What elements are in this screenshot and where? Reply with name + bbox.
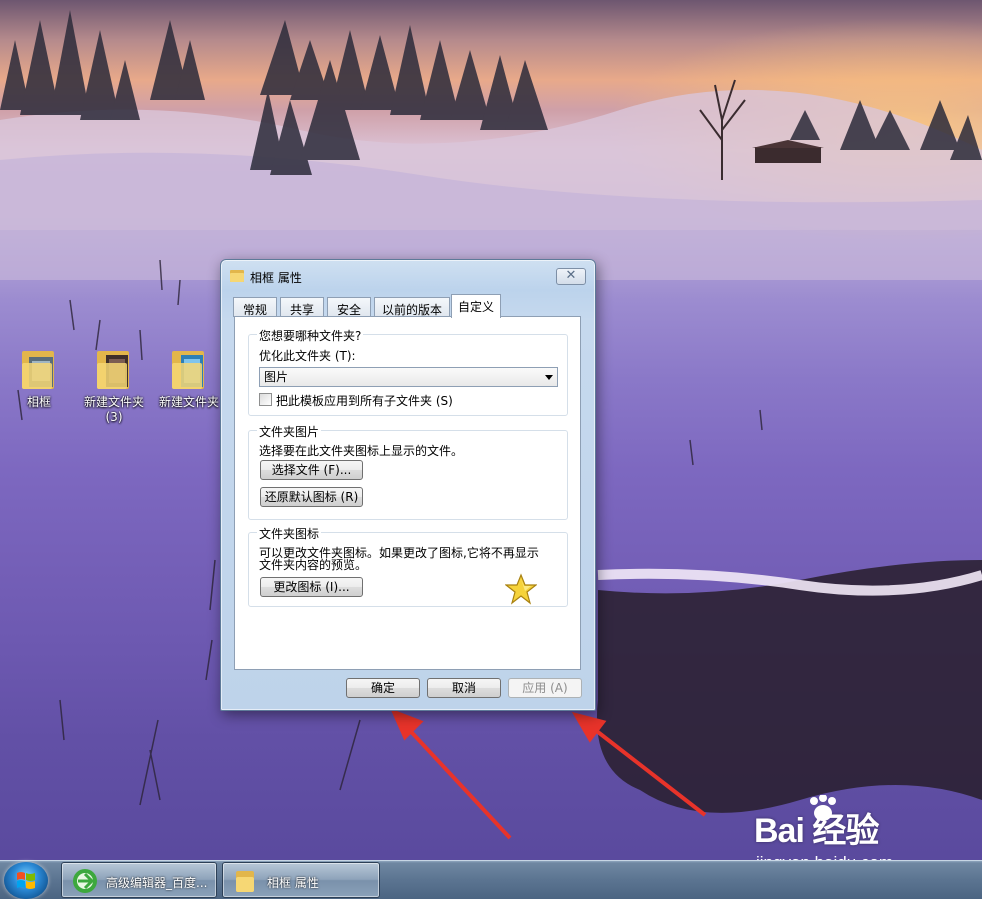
ok-button[interactable]: 确定 <box>346 678 420 698</box>
windows-logo-icon <box>17 872 35 889</box>
dialog-title-bar[interactable]: 相框 属性 ✕ <box>221 260 595 292</box>
tab-security[interactable]: 安全 <box>327 297 371 317</box>
tab-label: 常规 <box>242 303 267 317</box>
browser-icon <box>73 869 97 893</box>
close-icon: ✕ <box>565 268 577 283</box>
tab-label: 安全 <box>336 303 361 317</box>
folder-icons-description-line2: 文件夹内容的预览。 <box>259 558 368 572</box>
start-button[interactable] <box>4 862 48 899</box>
taskbar-item-label: 高级编辑器_百度... <box>106 876 208 890</box>
folder-icon <box>230 270 244 282</box>
choose-file-button[interactable]: 选择文件 (F)... <box>260 460 363 480</box>
group-title: 文件夹图片 <box>257 423 322 440</box>
folder-pictures-group: 文件夹图片 选择要在此文件夹图标上显示的文件。 选择文件 (F)... 还原默认… <box>248 423 568 520</box>
desktop-icon-label: 新建文件夹 <box>158 395 219 409</box>
taskbar-item-browser[interactable]: 高级编辑器_百度... <box>61 862 217 898</box>
apply-subfolders-label[interactable]: 把此模板应用到所有子文件夹 (S) <box>276 392 453 409</box>
optimize-label: 优化此文件夹 (T): <box>259 349 356 363</box>
change-icon-button[interactable]: 更改图标 (I)... <box>260 577 363 597</box>
group-title: 您想要哪种文件夹? <box>257 327 364 344</box>
tab-general[interactable]: 常规 <box>233 297 277 317</box>
folder-icon <box>172 351 204 389</box>
properties-dialog: 相框 属性 ✕ 常规 共享 安全 以前的版本 自定义 您想要哪种文件夹? 优化此… <box>220 259 596 711</box>
folder-pictures-description: 选择要在此文件夹图标上显示的文件。 <box>259 444 464 458</box>
apply-button[interactable]: 应用 (A) <box>508 678 582 698</box>
close-button[interactable]: ✕ <box>556 268 586 285</box>
paw-logo-icon <box>810 795 836 821</box>
star-icon <box>505 573 537 605</box>
apply-subfolders-checkbox[interactable] <box>259 393 272 406</box>
dialog-title: 相框 属性 <box>250 271 302 285</box>
cancel-button[interactable]: 取消 <box>427 678 501 698</box>
taskbar-item-label: 相框 属性 <box>267 876 319 890</box>
folder-icon <box>236 871 254 892</box>
tab-sharing[interactable]: 共享 <box>280 297 324 317</box>
tab-previous-versions[interactable]: 以前的版本 <box>374 297 450 317</box>
desktop-icon-label: 新建文件夹 (3) <box>83 395 144 424</box>
group-title: 文件夹图标 <box>257 525 322 542</box>
customize-panel: 您想要哪种文件夹? 优化此文件夹 (T): 图片 把此模板应用到所有子文件夹 (… <box>234 316 581 670</box>
folder-icon <box>97 351 129 389</box>
folder-icon <box>22 351 54 389</box>
dropdown-arrow-icon <box>545 375 553 380</box>
folder-icons-group: 文件夹图标 可以更改文件夹图标。如果更改了图标,它将不再显示 文件夹内容的预览。… <box>248 525 568 607</box>
tab-customize[interactable]: 自定义 <box>451 294 501 318</box>
folder-type-group: 您想要哪种文件夹? 优化此文件夹 (T): 图片 把此模板应用到所有子文件夹 (… <box>248 327 568 416</box>
tab-label: 共享 <box>289 303 314 317</box>
taskbar: 高级编辑器_百度... 相框 属性 <box>0 860 982 899</box>
taskbar-item-properties[interactable]: 相框 属性 <box>222 862 380 898</box>
folder-type-select[interactable]: 图片 <box>259 367 558 387</box>
desktop-icon-label: 相框 <box>26 395 51 409</box>
tab-label: 以前的版本 <box>381 303 442 317</box>
select-value: 图片 <box>264 370 289 384</box>
desktop-icon-new-folder[interactable]: 新建文件夹 <box>154 345 224 410</box>
tab-label: 自定义 <box>457 300 494 314</box>
desktop-icon-frame-folder[interactable]: 相框 <box>4 345 74 410</box>
restore-default-button[interactable]: 还原默认图标 (R) <box>260 487 363 507</box>
desktop-icon-new-folder-3[interactable]: 新建文件夹 (3) <box>79 345 149 425</box>
